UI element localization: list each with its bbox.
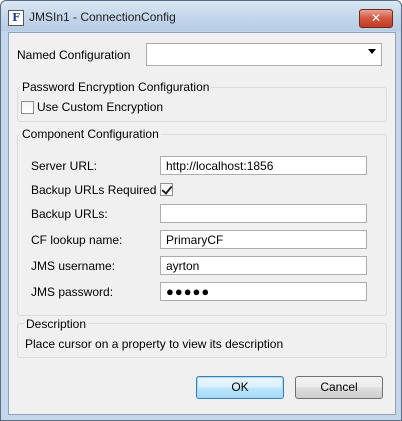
backup-urls-input[interactable] [160, 204, 367, 223]
jms-username-input[interactable]: ayrton [160, 256, 367, 275]
server-url-input[interactable]: http://localhost:1856 [160, 156, 367, 175]
jms-username-label: JMS username: [31, 259, 116, 273]
component-configuration-title: Component Configuration [20, 127, 161, 141]
ok-button[interactable]: OK [196, 376, 284, 399]
server-url-label: Server URL: [31, 159, 98, 173]
cf-lookup-name-label: CF lookup name: [31, 233, 123, 247]
chevron-down-icon [368, 49, 376, 54]
close-button[interactable]: ✕ [359, 9, 393, 28]
jms-password-label: JMS password: [31, 285, 114, 299]
jms-password-input[interactable]: ●●●●● [160, 282, 367, 301]
use-custom-encryption-label: Use Custom Encryption [37, 100, 164, 114]
title-bar[interactable]: F JMSIn1 - ConnectionConfig ✕ [1, 1, 401, 31]
password-encryption-title: Password Encryption Configuration [20, 80, 212, 94]
backup-urls-label: Backup URLs: [31, 207, 108, 221]
window-title: JMSIn1 - ConnectionConfig [29, 10, 176, 24]
dialog-body: Named Configuration Password Encryption … [8, 32, 396, 415]
named-configuration-select[interactable] [146, 43, 382, 66]
use-custom-encryption-checkbox[interactable] [21, 101, 34, 114]
named-configuration-label: Named Configuration [17, 48, 131, 62]
dialog-window: F JMSIn1 - ConnectionConfig ✕ Named Conf… [0, 0, 402, 421]
description-text: Place cursor on a property to view its d… [25, 337, 284, 351]
backup-urls-required-label: Backup URLs Required [31, 183, 157, 197]
description-title: Description [24, 317, 89, 331]
cancel-button[interactable]: Cancel [295, 376, 383, 399]
app-icon: F [8, 10, 24, 26]
cf-lookup-name-input[interactable]: PrimaryCF [160, 230, 367, 249]
backup-urls-required-checkbox[interactable] [160, 183, 173, 196]
